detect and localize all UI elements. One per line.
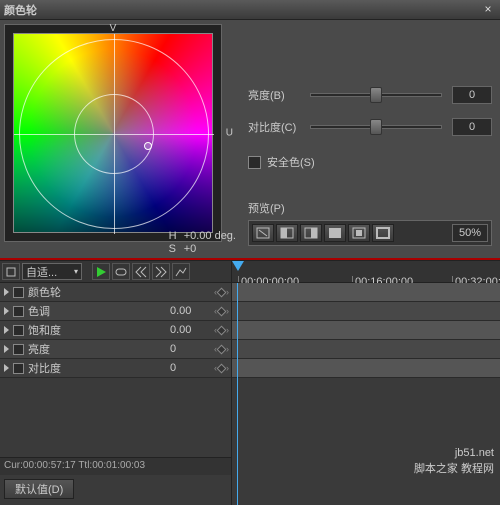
property-value[interactable]: 0: [170, 362, 210, 374]
property-value[interactable]: 0: [170, 343, 210, 355]
property-rows: 颜色轮 ‹› 色调 0.00 ‹› 饱和度 0.00 ‹› 亮度 0 ‹› 对比度 0 ‹›: [0, 283, 231, 378]
preview-inset-icon[interactable]: [348, 224, 370, 242]
window-title: 颜色轮: [4, 2, 480, 18]
playhead-icon[interactable]: [232, 261, 244, 271]
preview-section: 预览(P) 50%: [248, 200, 492, 246]
preview-full-icon[interactable]: [324, 224, 346, 242]
property-row[interactable]: 色调 0.00 ‹›: [0, 302, 231, 321]
brightness-row: 亮度(B) 0: [248, 86, 492, 104]
lower-panel: 自适... ▾ 颜色轮 ‹› 色调 0.00 ‹› 饱和度 0.00 ‹› 亮度 0 ‹› 对比度 0 ‹…: [0, 260, 500, 505]
time-readout: Cur:00:00:57:17 Ttl:00:01:00:03: [0, 457, 231, 475]
safe-color-label: 安全色(S): [267, 154, 315, 170]
contrast-value[interactable]: 0: [452, 118, 492, 136]
chevron-down-icon: ▾: [74, 267, 78, 276]
expand-icon[interactable]: [4, 307, 9, 315]
brightness-value[interactable]: 0: [452, 86, 492, 104]
keyframe-controls[interactable]: ‹›: [214, 325, 229, 335]
prev-kf-icon[interactable]: [132, 263, 150, 280]
property-value[interactable]: 0.00: [170, 324, 210, 336]
keyframe-controls[interactable]: ‹›: [214, 344, 229, 354]
preview-split-half-icon[interactable]: [276, 224, 298, 242]
loop-icon[interactable]: [112, 263, 130, 280]
property-checkbox[interactable]: [13, 363, 24, 374]
tool-btn-1[interactable]: [2, 263, 20, 280]
expand-icon[interactable]: [4, 364, 9, 372]
ruler-tick: 00:16:00:00: [352, 276, 413, 282]
color-wheel-panel: V U H +0.00 deg. S +0: [0, 20, 240, 258]
property-checkbox[interactable]: [13, 325, 24, 336]
property-name: 颜色轮: [28, 284, 166, 300]
property-row[interactable]: 颜色轮 ‹›: [0, 283, 231, 302]
property-tree-panel: 自适... ▾ 颜色轮 ‹› 色调 0.00 ‹› 饱和度 0.00 ‹› 亮度 0 ‹› 对比度 0 ‹…: [0, 261, 232, 505]
u-axis-label: U: [226, 128, 233, 139]
property-row[interactable]: 饱和度 0.00 ‹›: [0, 321, 231, 340]
property-name: 亮度: [28, 341, 166, 357]
preview-split-vert-icon[interactable]: [300, 224, 322, 242]
ruler-tick: 00:32:00:00: [452, 276, 500, 282]
contrast-slider[interactable]: [310, 118, 442, 136]
close-icon[interactable]: ×: [480, 2, 496, 18]
controls-panel: 亮度(B) 0 对比度(C) 0 安全色(S) 预览(P) 50%: [240, 20, 500, 258]
property-checkbox[interactable]: [13, 287, 24, 298]
color-wheel-dialog: 颜色轮 × V U H +0.00 deg. S +0 亮度(B) 0 对比度(…: [0, 0, 500, 505]
property-row[interactable]: 对比度 0 ‹›: [0, 359, 231, 378]
safe-color-row: 安全色(S): [248, 154, 492, 170]
preview-toolbar: 50%: [248, 220, 492, 246]
brightness-slider[interactable]: [310, 86, 442, 104]
titlebar[interactable]: 颜色轮 ×: [0, 0, 500, 20]
hue-sat-readout: H +0.00 deg. S +0: [169, 230, 236, 256]
keyframe-controls[interactable]: ‹›: [214, 287, 229, 297]
property-value[interactable]: 0.00: [170, 305, 210, 317]
property-name: 色调: [28, 303, 166, 319]
timeline-panel: 00:00:00:00 00:16:00:00 00:32:00:00 jb51…: [232, 261, 500, 505]
safe-color-checkbox[interactable]: [248, 156, 261, 169]
next-kf-icon[interactable]: [152, 263, 170, 280]
preview-zoom[interactable]: 50%: [452, 224, 488, 242]
default-button[interactable]: 默认值(D): [4, 479, 74, 499]
property-name: 饱和度: [28, 322, 166, 338]
color-picker-handle[interactable]: [144, 142, 152, 150]
play-icon[interactable]: [92, 263, 110, 280]
preview-label: 预览(P): [248, 200, 492, 216]
property-name: 对比度: [28, 360, 166, 376]
property-checkbox[interactable]: [13, 344, 24, 355]
preview-border-icon[interactable]: [372, 224, 394, 242]
contrast-row: 对比度(C) 0: [248, 118, 492, 136]
expand-icon[interactable]: [4, 345, 9, 353]
expand-icon[interactable]: [4, 288, 9, 296]
fit-dropdown[interactable]: 自适... ▾: [22, 263, 82, 280]
timeline-tracks[interactable]: [232, 283, 500, 505]
property-checkbox[interactable]: [13, 306, 24, 317]
keyframe-controls[interactable]: ‹›: [214, 363, 229, 373]
graph-icon[interactable]: [172, 263, 190, 280]
brightness-label: 亮度(B): [248, 87, 304, 103]
contrast-label: 对比度(C): [248, 119, 304, 135]
ruler-tick: 00:00:00:00: [238, 276, 299, 282]
keyframe-controls[interactable]: ‹›: [214, 306, 229, 316]
property-row[interactable]: 亮度 0 ‹›: [0, 340, 231, 359]
expand-icon[interactable]: [4, 326, 9, 334]
preview-split-none-icon[interactable]: [252, 224, 274, 242]
color-field[interactable]: [13, 33, 213, 233]
color-wheel[interactable]: V U: [4, 24, 222, 242]
upper-panel: V U H +0.00 deg. S +0 亮度(B) 0 对比度(C) 0 安…: [0, 20, 500, 260]
timeline-ruler[interactable]: 00:00:00:00 00:16:00:00 00:32:00:00: [232, 261, 500, 283]
tree-toolbar: 自适... ▾: [0, 261, 231, 283]
